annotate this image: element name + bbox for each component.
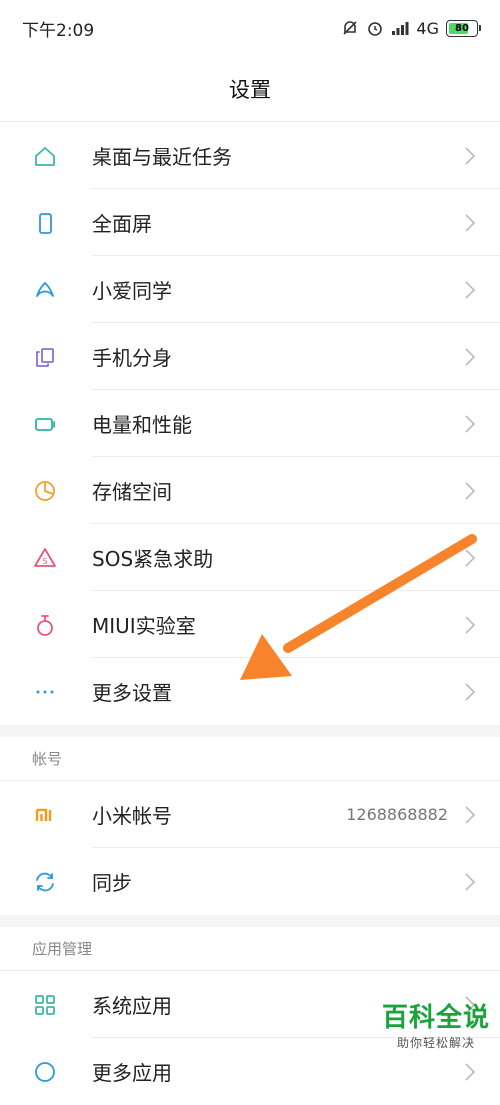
settings-item[interactable]: 电量和性能: [0, 390, 500, 457]
settings-list: 桌面与最近任务 全面屏小爱同学手机分身电量和性能存储空间 S SOS紧急求助 MIUI实…: [0, 122, 500, 1105]
dual-space-icon: [30, 342, 60, 372]
chevron-right-icon: [465, 280, 476, 299]
section-header: 帐号: [0, 737, 500, 781]
settings-item-label: 更多应用: [92, 1061, 172, 1085]
battery-icon: [30, 409, 60, 439]
phone-icon: [30, 208, 60, 238]
status-icons: 4G 80: [341, 18, 481, 38]
chevron-right-icon: [465, 682, 476, 701]
settings-item-label: MIUI实验室: [92, 614, 196, 638]
settings-item-label: 全面屏: [92, 212, 152, 236]
watermark: 百科全说 助你轻松解决: [382, 997, 490, 1051]
signal-icon: [392, 22, 409, 35]
chevron-right-icon: [465, 615, 476, 634]
chevron-right-icon: [465, 481, 476, 500]
chevron-right-icon: [465, 805, 476, 824]
settings-item[interactable]: 手机分身: [0, 323, 500, 390]
more-apps-icon: [30, 1057, 60, 1087]
settings-item-label: 小米帐号: [92, 804, 172, 828]
chevron-right-icon: [465, 548, 476, 567]
sync-icon: [30, 867, 60, 897]
settings-item[interactable]: 存储空间: [0, 457, 500, 524]
mi-icon: [30, 800, 60, 830]
chevron-right-icon: [465, 146, 476, 165]
flask-icon: [30, 610, 60, 640]
settings-item-label: 系统应用: [92, 994, 172, 1018]
settings-item-label: 存储空间: [92, 480, 172, 504]
settings-item-value: 1268868882: [346, 805, 448, 824]
silent-bell-icon: [343, 21, 357, 35]
settings-item-label: 同步: [92, 871, 132, 895]
network-type: 4G: [416, 18, 439, 38]
chevron-right-icon: [465, 872, 476, 891]
settings-item-label: 电量和性能: [92, 413, 192, 437]
status-time: 下午2:09: [22, 20, 95, 41]
watermark-subtitle: 助你轻松解决: [396, 1036, 475, 1050]
settings-item[interactable]: 同步: [0, 848, 500, 915]
sos-icon: S: [30, 543, 60, 573]
battery-level: 80: [455, 22, 469, 34]
settings-item-label: 小爱同学: [92, 279, 172, 303]
assistant-icon: [30, 275, 60, 305]
settings-item[interactable]: S SOS紧急求助: [0, 524, 500, 591]
storage-icon: [30, 476, 60, 506]
battery-icon: 80: [446, 19, 481, 37]
section-divider: [0, 725, 500, 737]
settings-item-label: 桌面与最近任务: [92, 145, 232, 169]
settings-item-label: 更多设置: [92, 681, 172, 705]
more-dots-icon: [30, 677, 60, 707]
settings-item[interactable]: MIUI实验室: [0, 591, 500, 658]
settings-item[interactable]: 更多设置: [0, 658, 500, 725]
settings-item[interactable]: 小米帐号 1268868882: [0, 781, 500, 848]
section-header: 应用管理: [0, 927, 500, 971]
watermark-title: 百科全说: [381, 1003, 490, 1033]
svg-text:S: S: [42, 557, 47, 566]
chevron-right-icon: [465, 414, 476, 433]
settings-item[interactable]: 全面屏: [0, 189, 500, 256]
settings-item-label: SOS紧急求助: [92, 547, 214, 571]
status-bar: 下午2:09 4G 80: [0, 0, 500, 56]
apps-grid-icon: [30, 990, 60, 1020]
chevron-right-icon: [465, 213, 476, 232]
settings-item[interactable]: 桌面与最近任务: [0, 122, 500, 189]
home-icon: [30, 141, 60, 171]
chevron-right-icon: [465, 1062, 476, 1081]
settings-item-label: 手机分身: [92, 346, 172, 370]
section-divider: [0, 915, 500, 927]
alarm-icon: [368, 22, 383, 36]
chevron-right-icon: [465, 347, 476, 366]
page-title: 设置: [0, 56, 500, 122]
settings-item[interactable]: 小爱同学: [0, 256, 500, 323]
